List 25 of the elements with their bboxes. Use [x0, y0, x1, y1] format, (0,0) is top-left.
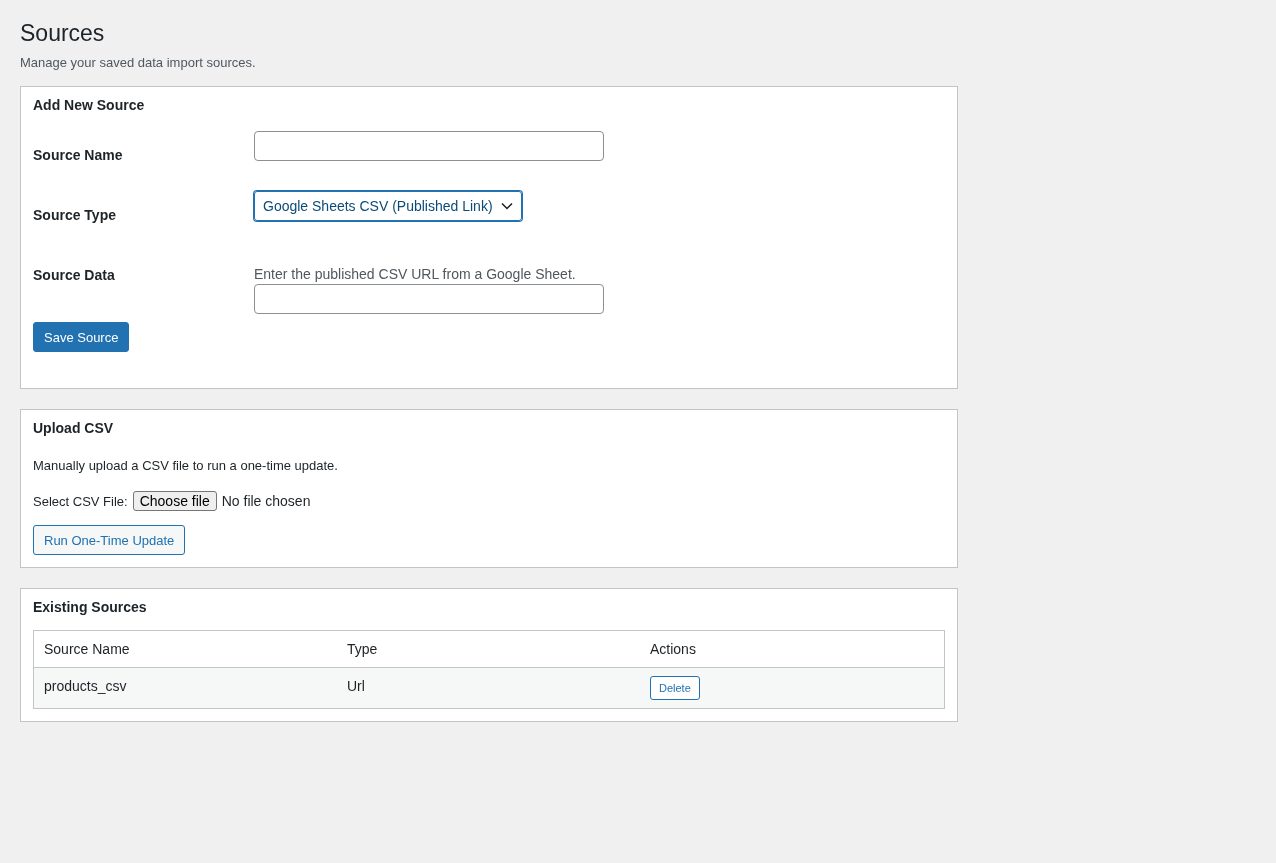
text-input-field[interactable] [254, 284, 604, 314]
panel-title: Add New Source [33, 97, 145, 113]
save-source-button[interactable]: Save Source [33, 322, 130, 352]
file-status: No file chosen [221, 493, 311, 509]
page-description: Manage your saved data import sources. [20, 55, 256, 70]
table-cell: products_csv [33, 667, 337, 709]
field-hint: Enter the published CSV URL from a Google Sheet. [254, 266, 576, 282]
file-label: Select CSV File: [33, 493, 128, 509]
text-input-field[interactable] [254, 131, 604, 161]
delete-button[interactable]: Delete [650, 676, 700, 700]
run-update-button[interactable]: Run One-Time Update [33, 525, 186, 555]
source-type-dropdown[interactable]: Google Sheets CSV (Published Link) [254, 191, 522, 221]
panel-title: Upload CSV [33, 420, 114, 436]
table-cell: Url [337, 667, 640, 709]
column-header: Source Name [33, 630, 337, 668]
column-header: Type [337, 630, 640, 668]
field-label: Source Type [33, 206, 117, 223]
choose-file-button[interactable]: Choose file [132, 491, 217, 511]
chevron-down-icon [500, 202, 513, 210]
field-label: Source Name [33, 146, 124, 163]
column-header: Actions [640, 630, 945, 668]
panel-title: Existing Sources [33, 599, 147, 615]
panel-description: Manually upload a CSV file to run a one-time update. [33, 458, 338, 473]
page-title: Sources [20, 19, 105, 48]
field-label: Source Data [33, 266, 116, 283]
